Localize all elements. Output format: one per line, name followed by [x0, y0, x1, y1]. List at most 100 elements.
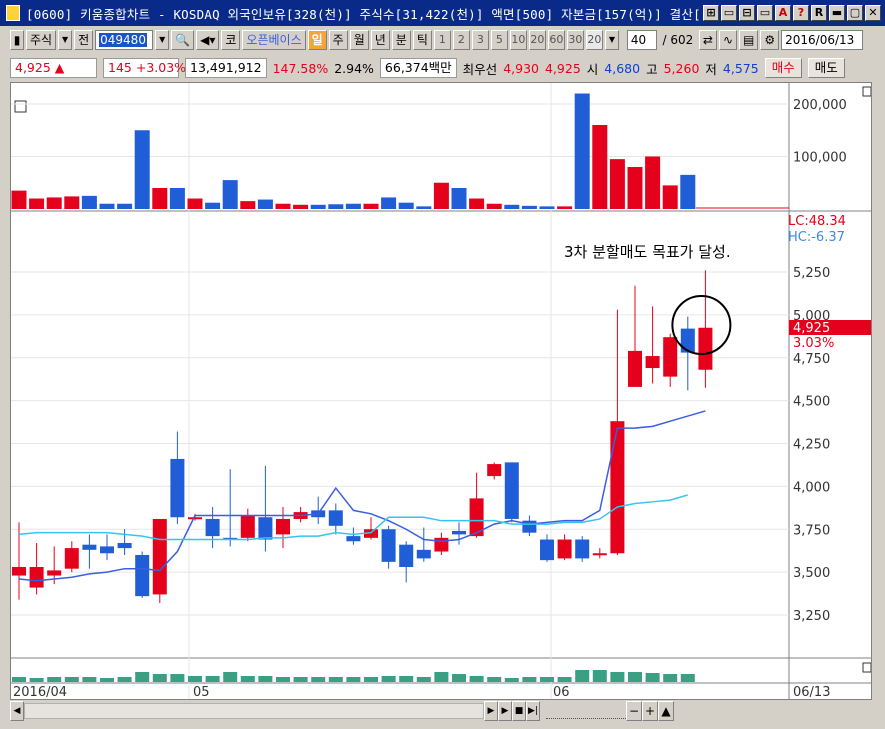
- period-year-tab[interactable]: 년: [370, 30, 390, 50]
- stop-button[interactable]: ■: [512, 701, 526, 721]
- volume-bar: [187, 198, 203, 209]
- play-button[interactable]: ▶: [498, 701, 512, 721]
- layout-button[interactable]: ▭: [757, 5, 773, 21]
- interval-20[interactable]: 20: [528, 30, 546, 50]
- scroll-track[interactable]: [24, 703, 484, 719]
- window-mode-button[interactable]: ▭: [721, 5, 737, 21]
- candle-body: [135, 554, 150, 597]
- best-bid: 4,925: [544, 60, 581, 76]
- volume-value: 13,491,912: [185, 58, 267, 78]
- hc-label: HC:-6.37: [788, 230, 845, 245]
- close-button[interactable]: ✕: [865, 5, 881, 21]
- price-change: 145 +3.03%: [103, 58, 186, 78]
- volume-bar: [662, 185, 678, 209]
- volume-bar: [398, 202, 414, 209]
- osc-bar: [399, 676, 414, 682]
- candle-body: [645, 356, 660, 369]
- lc-label: LC:48.34: [788, 214, 846, 229]
- maximize-button[interactable]: ▢: [847, 5, 863, 21]
- open-base-button[interactable]: 오픈베이스: [242, 30, 306, 50]
- period-month-tab[interactable]: 월: [349, 30, 369, 50]
- volume-bar: [381, 197, 397, 209]
- volume-tick-label: 100,000: [793, 151, 847, 166]
- price-tick-label: 4,250: [793, 438, 830, 453]
- interval-1[interactable]: 1: [433, 30, 451, 50]
- zoom-slider[interactable]: [546, 703, 626, 719]
- period-day-tab[interactable]: 일: [307, 30, 327, 50]
- period-minute-tab[interactable]: 분: [391, 30, 411, 50]
- interval-5[interactable]: 5: [490, 30, 508, 50]
- candle-body: [205, 518, 220, 537]
- chart-area[interactable]: 5,250 5,000 4,750 4,500 4,250 4,000 3,750 3,500…: [10, 82, 872, 700]
- count-input[interactable]: 40: [626, 30, 657, 50]
- compare-icon[interactable]: ∿: [718, 30, 738, 50]
- prev-button[interactable]: 전: [74, 30, 94, 50]
- volume-bar: [645, 156, 661, 209]
- volume-bar: [451, 188, 467, 209]
- code-dropdown-icon[interactable]: ▼: [155, 30, 170, 50]
- osc-bar: [416, 677, 431, 682]
- search-icon[interactable]: 🔍: [171, 30, 195, 50]
- scroll-right-button[interactable]: ▶: [484, 701, 498, 721]
- candle-body: [170, 458, 185, 518]
- lock-icon[interactable]: ▮: [10, 30, 24, 50]
- candle-body: [628, 350, 642, 387]
- price-chart-svg[interactable]: 5,2505,0004,7504,5004,2504,0003,7503,500…: [11, 83, 872, 700]
- interval-10[interactable]: 10: [509, 30, 527, 50]
- volume-bar: [504, 204, 520, 209]
- candle-body: [328, 510, 343, 526]
- zoom-out-icon[interactable]: −: [626, 701, 642, 721]
- buy-button[interactable]: 매수: [764, 58, 802, 78]
- end-button[interactable]: ▶|: [526, 701, 540, 721]
- osc-bar: [152, 674, 167, 682]
- interval-20b[interactable]: 20: [585, 30, 603, 50]
- osc-bar: [557, 677, 572, 682]
- interval-60[interactable]: 60: [547, 30, 565, 50]
- kosdaq-button[interactable]: 코: [221, 30, 241, 50]
- interval-dropdown-icon[interactable]: ▼: [604, 30, 619, 50]
- stock-code-input[interactable]: 049480: [95, 30, 154, 50]
- period-tick-tab[interactable]: 틱: [412, 30, 432, 50]
- open-price: 4,680: [604, 60, 641, 76]
- font-button[interactable]: A: [775, 5, 791, 21]
- window-titlebar: [0600] 키움종합차트 - KOSDAQ 외국인보유[328(천)] 주식수…: [0, 0, 885, 26]
- minimize-button[interactable]: ▬: [829, 5, 845, 21]
- date-tick-label: 06: [553, 685, 570, 699]
- candle-body: [663, 337, 678, 377]
- arrow-icon[interactable]: ▲: [658, 701, 674, 721]
- chart-scrollbar[interactable]: ◀ ▶ ▶ ■ ▶| − + ▲: [10, 701, 872, 721]
- period-week-tab[interactable]: 주: [328, 30, 348, 50]
- refresh-button[interactable]: R: [811, 5, 827, 21]
- volume-bar: [117, 203, 133, 209]
- date-tick-label: 2016/04: [13, 685, 67, 699]
- scroll-icon[interactable]: ⇄: [698, 30, 717, 50]
- market-select[interactable]: 주식: [26, 30, 57, 50]
- interval-3[interactable]: 3: [471, 30, 489, 50]
- candle-body: [381, 529, 396, 562]
- candle-body: [575, 539, 590, 559]
- link-button[interactable]: ⊞: [703, 5, 719, 21]
- date-input[interactable]: 2016/06/13: [781, 30, 864, 50]
- volume-bar: [345, 203, 361, 209]
- sell-button[interactable]: 매도: [807, 58, 845, 78]
- speaker-icon[interactable]: ◀▾: [196, 30, 220, 50]
- osc-bar: [205, 676, 220, 682]
- market-dropdown-icon[interactable]: ▼: [58, 30, 73, 50]
- current-price: 4,925 ▲: [10, 58, 97, 78]
- price-value: 4,925: [15, 60, 51, 75]
- volume-bar: [205, 202, 221, 209]
- interval-30[interactable]: 30: [566, 30, 584, 50]
- osc-bar: [135, 672, 150, 682]
- scroll-left-button[interactable]: ◀: [10, 701, 24, 721]
- zoom-in-icon[interactable]: +: [642, 701, 658, 721]
- candle-body: [504, 462, 519, 519]
- grid-button[interactable]: ⊟: [739, 5, 755, 21]
- osc-bar: [240, 676, 255, 682]
- help-button[interactable]: ?: [793, 5, 809, 21]
- candle-body: [346, 536, 361, 542]
- volume-bar: [328, 204, 344, 209]
- price-tick-label: 3,250: [793, 609, 830, 624]
- settings-icon[interactable]: ⚙: [760, 30, 780, 50]
- interval-2[interactable]: 2: [452, 30, 470, 50]
- save-icon[interactable]: ▤: [739, 30, 759, 50]
